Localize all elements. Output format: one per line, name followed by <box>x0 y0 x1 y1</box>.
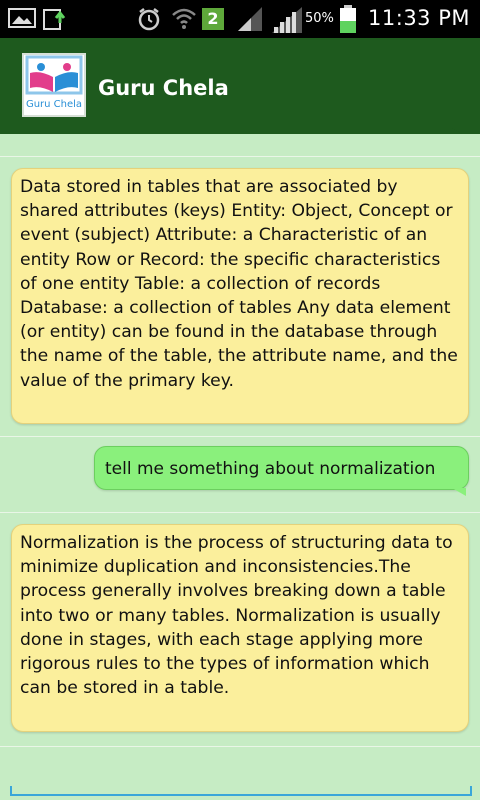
upload-icon <box>42 7 70 35</box>
user-bubble-tail <box>452 488 466 496</box>
message-input[interactable] <box>10 766 472 796</box>
user-message-text: tell me something about normalization <box>105 459 436 479</box>
app-title: Guru Chela <box>98 76 229 100</box>
battery-icon <box>339 4 357 38</box>
logo-text: Guru Chela <box>26 99 82 110</box>
divider <box>0 746 480 747</box>
clock: 11:33 PM <box>368 6 470 30</box>
action-bar: Guru Chela Guru Chela <box>0 38 480 136</box>
divider <box>0 156 480 157</box>
app-logo[interactable]: Guru Chela <box>22 53 86 117</box>
gallery-icon <box>8 7 36 33</box>
battery-percent: 50% <box>305 11 334 26</box>
bot-message-text: Data stored in tables that are associate… <box>20 177 458 391</box>
input-underline <box>10 794 472 796</box>
signal-icon <box>236 5 266 37</box>
bot-message-bubble[interactable]: Normalization is the process of structur… <box>11 524 469 732</box>
signal-bars-icon <box>270 5 304 39</box>
bot-message-text: Normalization is the process of structur… <box>20 533 453 699</box>
divider <box>0 436 480 437</box>
user-message-bubble[interactable]: tell me something about normalization <box>94 446 469 490</box>
divider <box>0 512 480 513</box>
status-bar: 2 50% 11:33 PM <box>0 0 480 38</box>
input-underline-right <box>470 786 472 796</box>
app-logo-icon: Guru Chela <box>25 55 83 110</box>
wifi-icon <box>170 4 198 36</box>
notification-badge-icon: 2 <box>202 8 224 30</box>
bot-message-bubble[interactable]: Data stored in tables that are associate… <box>11 168 469 424</box>
alarm-icon <box>136 6 162 36</box>
